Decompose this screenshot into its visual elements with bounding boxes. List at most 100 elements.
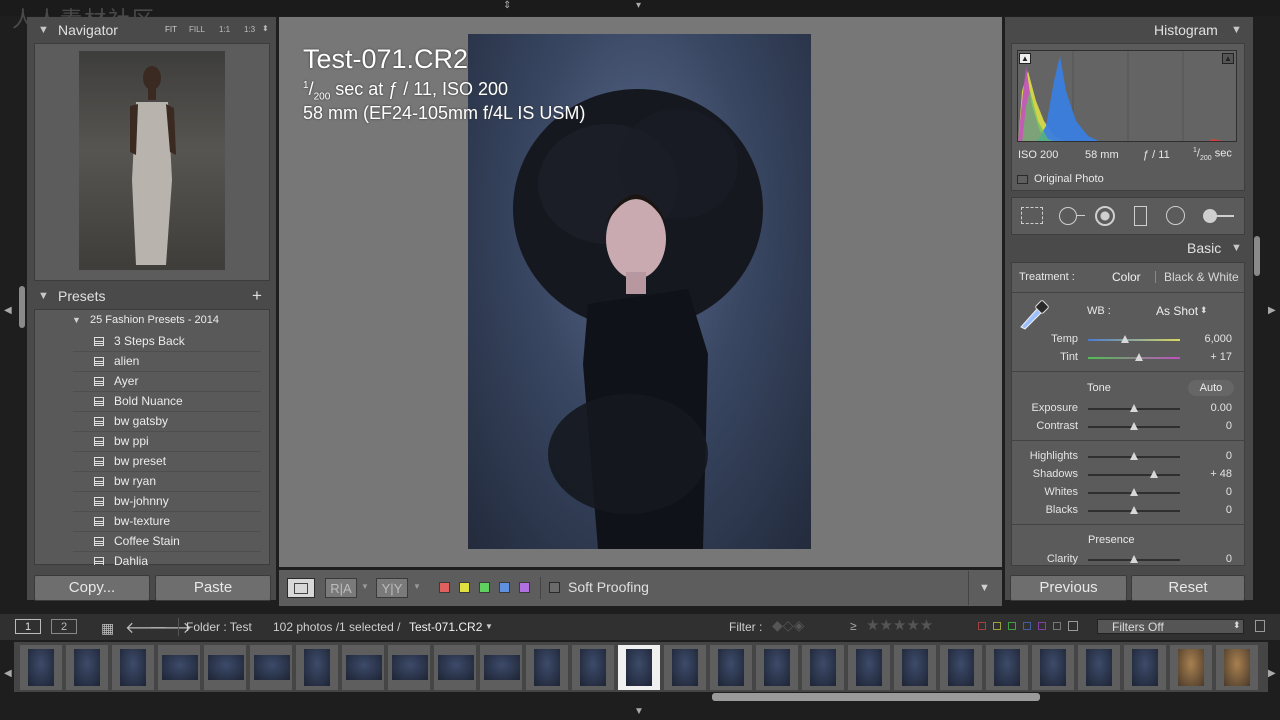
filmstrip-scrollbar[interactable]	[712, 693, 1040, 701]
filter-label-green[interactable]	[1008, 622, 1016, 630]
soft-proofing-label[interactable]: Soft Proofing	[568, 579, 649, 595]
adjustment-brush-icon[interactable]	[1203, 209, 1217, 223]
paste-settings-button[interactable]: Paste	[155, 575, 271, 601]
histogram-collapse-icon[interactable]: ▼	[1231, 24, 1242, 36]
filmstrip-thumbnail[interactable]	[526, 645, 568, 690]
color-label-green[interactable]	[479, 582, 490, 593]
color-label-blue[interactable]	[499, 582, 510, 593]
slider-thumb-whites[interactable]	[1130, 488, 1138, 496]
toolbar-options-icon[interactable]: ▼	[979, 582, 990, 594]
filter-label-none[interactable]	[1053, 622, 1061, 630]
shadow-clipping-icon[interactable]: ▲	[1019, 53, 1031, 64]
filmstrip-thumbnail[interactable]	[848, 645, 890, 690]
filmstrip-thumbnail[interactable]	[1216, 645, 1258, 690]
bottom-panel-toggle-icon[interactable]: ▼	[634, 706, 644, 717]
preset-item[interactable]: Bold Nuance	[94, 391, 264, 411]
filename-dropdown-icon[interactable]: ▼	[485, 622, 493, 631]
slider-thumb-blacks[interactable]	[1130, 506, 1138, 514]
red-eye-icon[interactable]	[1095, 206, 1115, 226]
copy-settings-button[interactable]: Copy...	[34, 575, 150, 601]
slider-thumb-temp[interactable]	[1120, 335, 1129, 343]
previous-button[interactable]: Previous	[1010, 575, 1127, 601]
slider-value-highlights[interactable]: 0	[1182, 450, 1232, 462]
slider-thumb-tint[interactable]	[1134, 353, 1143, 361]
filter-label-blue[interactable]	[1023, 622, 1031, 630]
flag-filter-icons[interactable]: ◆◇◈	[772, 617, 804, 634]
zoom-custom[interactable]: 1:3	[244, 25, 255, 34]
filmstrip-thumbnail[interactable]	[112, 645, 154, 690]
zoom-1-1[interactable]: 1:1	[219, 25, 230, 34]
filmstrip-thumbnail[interactable]	[480, 645, 522, 690]
swap-view-button[interactable]: Y|Y	[376, 578, 408, 598]
basic-title[interactable]: Basic	[1187, 240, 1221, 256]
second-screen-button[interactable]: 2	[51, 619, 77, 634]
top-panel-toggle-icon[interactable]: ▾	[636, 0, 641, 11]
current-filename[interactable]: Test-071.CR2	[409, 620, 482, 634]
filter-lock-icon[interactable]	[1255, 620, 1265, 632]
preset-item[interactable]: Coffee Stain	[94, 531, 264, 551]
preset-item[interactable]: 3 Steps Back	[94, 331, 264, 351]
slider-track-temp[interactable]	[1088, 339, 1180, 341]
zoom-fit[interactable]: FIT	[165, 25, 177, 34]
wb-dropdown-icon[interactable]: ⬍	[1200, 305, 1208, 316]
filmstrip-thumbnail[interactable]	[388, 645, 430, 690]
wb-value-dropdown[interactable]: As Shot	[1156, 304, 1198, 318]
filmstrip-thumbnail[interactable]	[710, 645, 752, 690]
filmstrip-thumbnail[interactable]	[1170, 645, 1212, 690]
radial-filter-icon[interactable]	[1166, 206, 1185, 225]
slider-thumb-exposure[interactable]	[1130, 404, 1138, 412]
preset-item[interactable]: bw gatsby	[94, 411, 264, 431]
top-collapse-icon[interactable]: ⇕	[503, 0, 511, 11]
star-rating-filter[interactable]: ★★★★★	[866, 616, 933, 634]
filmstrip-thumbnail[interactable]	[204, 645, 246, 690]
filmstrip-thumbnail[interactable]	[342, 645, 384, 690]
preset-item[interactable]: alien	[94, 351, 264, 371]
before-after-button[interactable]: R|A	[325, 578, 357, 598]
before-after-dropdown-icon[interactable]: ▼	[361, 582, 369, 591]
filmstrip-left-arrow-icon[interactable]: ◀	[4, 668, 12, 679]
histogram-title[interactable]: Histogram	[1154, 22, 1218, 38]
filmstrip-thumbnail[interactable]	[940, 645, 982, 690]
highlight-clipping-icon[interactable]: ▲	[1222, 53, 1234, 64]
zoom-stepper-icon[interactable]: ⬍	[262, 24, 269, 33]
auto-tone-button[interactable]: Auto	[1188, 380, 1234, 396]
graduated-filter-icon[interactable]	[1134, 206, 1147, 226]
filmstrip-thumbnail[interactable]	[1124, 645, 1166, 690]
filmstrip-thumbnail[interactable]	[296, 645, 338, 690]
original-photo-checkbox[interactable]	[1017, 175, 1028, 184]
slider-thumb-highlights[interactable]	[1130, 452, 1138, 460]
slider-thumb-contrast[interactable]	[1130, 422, 1138, 430]
filmstrip-thumbnail[interactable]	[1078, 645, 1120, 690]
treatment-bw-option[interactable]: Black & White	[1164, 270, 1239, 284]
spot-removal-icon[interactable]	[1059, 207, 1077, 225]
soft-proofing-checkbox[interactable]	[549, 582, 560, 593]
swap-dropdown-icon[interactable]: ▼	[413, 582, 421, 591]
filters-dropdown-icon[interactable]: ⬍	[1233, 620, 1241, 631]
loupe-view-button[interactable]	[287, 578, 315, 598]
add-preset-icon[interactable]: +	[252, 286, 262, 306]
color-label-yellow[interactable]	[459, 582, 470, 593]
slider-track-shadows[interactable]	[1088, 474, 1180, 476]
navigator-title[interactable]: Navigator	[58, 22, 118, 38]
filmstrip-thumbnail[interactable]	[158, 645, 200, 690]
filmstrip-thumbnail[interactable]	[250, 645, 292, 690]
rating-operator[interactable]: ≥	[850, 619, 857, 633]
crop-tool-icon[interactable]	[1021, 207, 1043, 224]
left-panel-toggle-icon[interactable]: ◀	[4, 305, 12, 316]
preset-item[interactable]: bw ppi	[94, 431, 264, 451]
preset-item[interactable]: Dahlia	[94, 551, 264, 565]
navigator-collapse-icon[interactable]: ▼	[38, 24, 49, 36]
slider-thumb-clarity[interactable]	[1130, 555, 1138, 563]
right-panel-scrollbar[interactable]	[1254, 236, 1260, 276]
filmstrip-thumbnail[interactable]	[434, 645, 476, 690]
filmstrip-thumbnail[interactable]	[1032, 645, 1074, 690]
filmstrip-thumbnail[interactable]	[894, 645, 936, 690]
slider-thumb-shadows[interactable]	[1150, 470, 1159, 478]
filter-label-yellow[interactable]	[993, 622, 1001, 630]
filter-label-other[interactable]	[1068, 621, 1078, 631]
preset-item[interactable]: bw-texture	[94, 511, 264, 531]
filter-label-purple[interactable]	[1038, 622, 1046, 630]
folder-expand-icon[interactable]: ▼	[72, 315, 81, 325]
presets-collapse-icon[interactable]: ▼	[38, 290, 49, 302]
right-panel-toggle-icon[interactable]: ▶	[1268, 305, 1276, 316]
